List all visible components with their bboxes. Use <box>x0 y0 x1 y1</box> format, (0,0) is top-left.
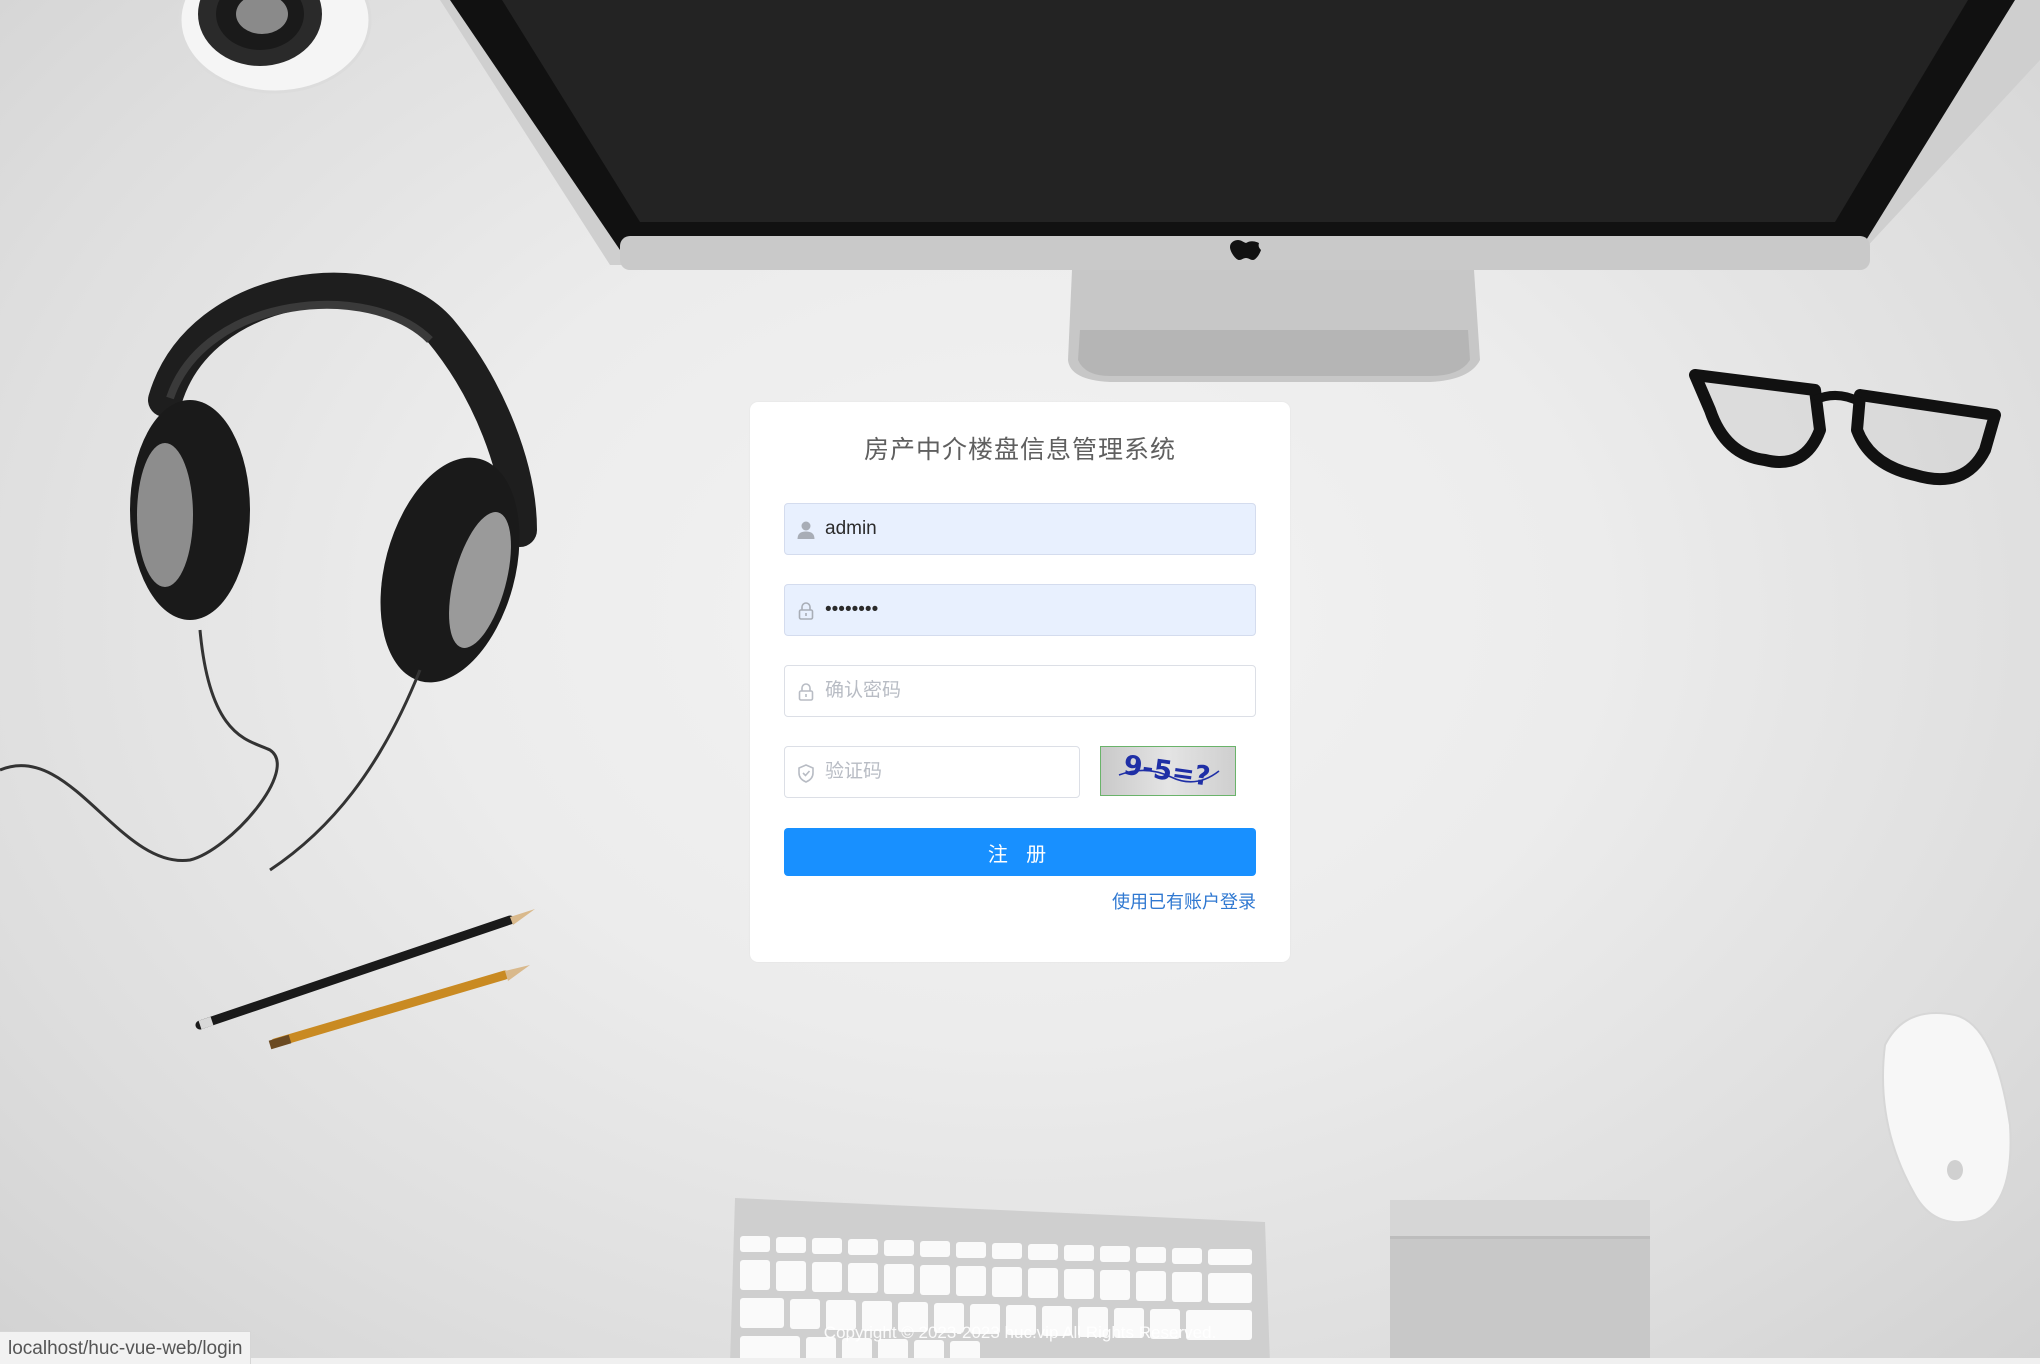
captcha-input[interactable] <box>825 747 1075 797</box>
speaker-decor <box>178 0 372 94</box>
bottom-strip <box>0 1358 2040 1364</box>
headphones-decor <box>0 272 537 872</box>
confirm-password-field[interactable] <box>784 665 1256 717</box>
captcha-field[interactable] <box>784 746 1080 798</box>
shield-icon <box>798 764 814 783</box>
user-icon <box>797 521 815 539</box>
register-button[interactable]: 注 册 <box>784 828 1256 876</box>
mouse-decor <box>1882 1012 2012 1224</box>
page-background: 房产中介楼盘信息管理系统 admin 验证码 9-5=? 注 册 使用已有账户登… <box>0 0 2040 1364</box>
monitor-decor <box>440 0 2040 382</box>
confirm-password-input[interactable] <box>825 666 1245 716</box>
captcha-image[interactable]: 9-5=? <box>1100 746 1236 796</box>
username-input[interactable] <box>825 504 1245 554</box>
login-with-existing-account-link[interactable]: 使用已有账户登录 <box>1112 888 1256 914</box>
copyright-footer: Copyright © 2023-2023 huc.vip All Rights… <box>823 1323 1217 1342</box>
glasses-decor <box>1689 369 2001 486</box>
captcha-graphic: 9-5=? <box>1118 750 1220 793</box>
register-card: 房产中介楼盘信息管理系统 admin 验证码 9-5=? 注 册 使用已有账户登… <box>750 402 1290 962</box>
pencils-decor <box>195 909 535 1050</box>
page-title: 房产中介楼盘信息管理系统 <box>863 435 1176 464</box>
lock-icon <box>798 602 814 620</box>
lock-icon <box>798 683 814 701</box>
status-bar-url: localhost/huc-vue-web/login <box>0 1331 252 1364</box>
username-field[interactable] <box>784 503 1256 555</box>
password-input[interactable] <box>825 585 1245 635</box>
password-field[interactable] <box>784 584 1256 636</box>
